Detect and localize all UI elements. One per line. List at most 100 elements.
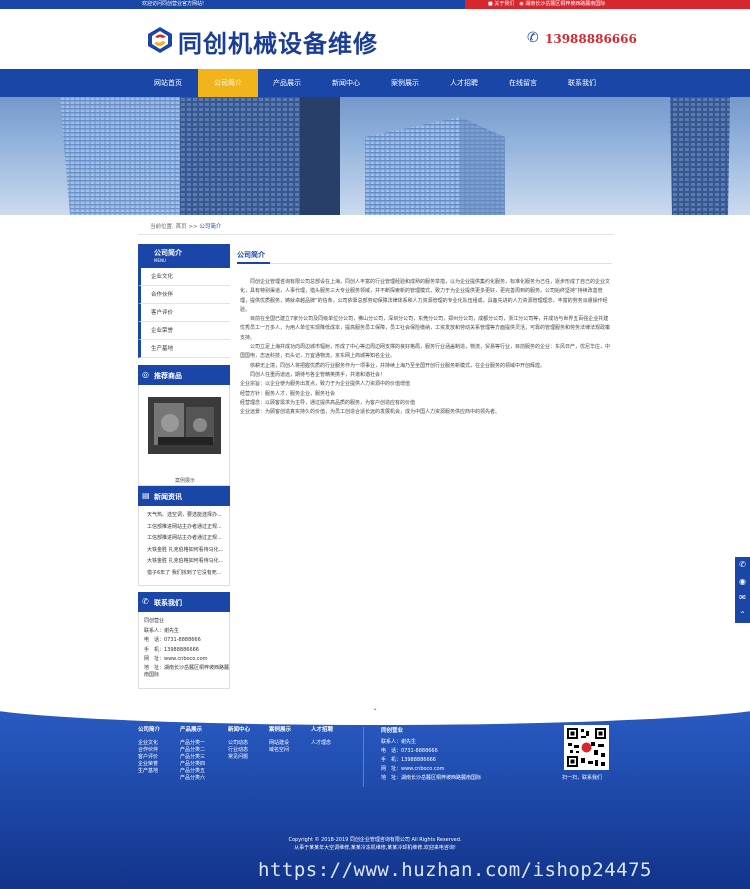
nav-contact[interactable]: 联系我们 (552, 69, 612, 97)
top-address: 湖南长沙岳麓区桐梓坡西路麓南国际 (525, 1, 606, 7)
top-bar: 欢迎访问同创营业官方网站! ■ 关于我们 ◉ 湖南长沙岳麓区桐梓坡西路麓南国际 (0, 0, 750, 9)
qr-caption: 扫一扫，联系我们 (562, 775, 603, 781)
article-paragraph: 企业远景：为顾客创造真实持久的价值，为员工创造合适长远的发展机会，成为中国人力资… (240, 409, 501, 416)
wechat-icon[interactable]: ✉ (735, 590, 750, 607)
phone-icon: ✆ (142, 597, 149, 606)
sidebar-about-title: 公司简介 (154, 249, 182, 257)
article-paragraph: 企业宗旨：以企业使为服务出发点，致力于为企业提供人力资源中的价值增值 (240, 381, 411, 388)
footer-contact: 同创营业 联系人：谢先生 电 话：0731-8888666 手 机：139888… (381, 727, 481, 783)
sidebar-recommend-header: ◎ 推荐商品 (138, 365, 230, 385)
footer-link[interactable]: 公司动态 (228, 740, 250, 747)
breadcrumb-current: 公司简介 (199, 224, 222, 230)
breadcrumb-sep: >> (188, 224, 198, 230)
float-toolbar: ✆ ◉ ✉ ⌃ (735, 557, 750, 623)
sidebar-item-reviews[interactable]: 客户评价 (138, 304, 230, 322)
footer-link[interactable]: 网站建设 (269, 740, 291, 747)
footer-link[interactable]: 产品分类五 (180, 768, 205, 775)
footer-tel: 电 话：0731-8888666 (381, 748, 438, 754)
footer-link[interactable]: 合作伙伴 (138, 747, 160, 754)
footer-link[interactable]: 产品分类四 (180, 761, 205, 768)
article-paragraph: 同创人任重而道远，期待与各企管精英携手，共谱和谐社会！ (240, 371, 386, 378)
sidebar-about-subtitle: MENU (154, 258, 166, 263)
contact-web[interactable]: 网 址：www.cnboco.com (139, 655, 229, 665)
title-underline (237, 262, 270, 264)
breadcrumb-prefix: 当前位置: (150, 224, 174, 230)
article-paragraph: 同创企业管理咨询有限公司总部设在上海，同创人丰富的行业管理经验和成熟的服务举措，… (240, 279, 611, 313)
footer-col-title[interactable]: 案例展示 (269, 727, 291, 734)
footer-col-title[interactable]: 公司简介 (138, 727, 160, 734)
article-body: 同创企业管理咨询有限公司总部设在上海，同创人丰富的行业管理经验和成熟的服务举措，… (240, 278, 612, 417)
news-list: 天气热、选空调，要选能选择办... 工信部推进网站主办者通过正规... 工信部推… (138, 506, 230, 586)
title-divider (237, 263, 612, 264)
footer-link[interactable]: 产品分类二 (180, 747, 205, 754)
footer-address: 地 址：湖南长沙岳麓区桐梓坡西路麓南国际 (381, 775, 482, 781)
footer-link[interactable]: 客户评价 (138, 754, 160, 761)
news-item[interactable]: 猎子6年了 我们找到了它没有死... (139, 568, 229, 580)
footer-col-products: 产品展示 产品分类一 产品分类二 产品分类三 产品分类四 产品分类五 产品分类六 (180, 727, 205, 782)
nav-products[interactable]: 产品展示 (257, 69, 317, 97)
sidebar-item-culture[interactable]: 企业文化 (138, 268, 230, 286)
about-link[interactable]: 关于我们 (494, 1, 514, 7)
banner-buildings-image (0, 97, 750, 215)
footer-col-jobs: 人才招聘 人才理念 (311, 727, 333, 747)
footer-link[interactable]: 生产基地 (138, 768, 160, 775)
footer-link[interactable]: 企业荣誉 (138, 761, 160, 768)
footer-mobile: 手 机：13988886666 (381, 757, 436, 763)
nav-news[interactable]: 新闻中心 (316, 69, 376, 97)
page-title: 公司简介 (237, 251, 265, 259)
news-item[interactable]: 大铁金胜 扎克伯格如何看待马化... (139, 545, 229, 557)
footer-divider (363, 727, 364, 787)
contact-tel: 电 话：0731-8888666 (144, 637, 201, 643)
top-links: ■ 关于我们 ◉ 湖南长沙岳麓区桐梓坡西路麓南国际 (488, 1, 606, 7)
footer-col-news: 新闻中心 公司动态 行业动态 常见问题 (228, 727, 250, 761)
nav-home[interactable]: 网站首页 (138, 69, 198, 97)
footer-link[interactable]: 域名空间 (269, 747, 291, 754)
sidebar-recommend-title: 推荐商品 (154, 372, 182, 380)
footer-col-title[interactable]: 新闻中心 (228, 727, 250, 734)
footer-link[interactable]: 企业文化 (138, 740, 160, 747)
news-item[interactable]: 天气热、选空调，要选能选择办... (139, 510, 229, 522)
news-item[interactable]: 大铁金胜 扎克伯格如何看待马化... (139, 556, 229, 568)
footer-link[interactable]: 行业动态 (228, 747, 250, 754)
sidebar-contact-header: ✆ 联系我们 (138, 592, 230, 612)
logo-icon[interactable] (145, 25, 175, 55)
nav-message[interactable]: 在线留言 (493, 69, 553, 97)
contact-box: 同创营业 联系人：谢先生 电 话：0731-8888666 手 机：139888… (138, 612, 230, 689)
recommend-product-image[interactable] (148, 397, 221, 454)
article-paragraph: 目前在全国已建立7家分公司及同级单位分公司，佛山分公司，深圳分公司，东莞分公司，… (240, 316, 611, 341)
site-title[interactable]: 同创机械设备维修 (178, 24, 378, 59)
footer-col-title[interactable]: 产品展示 (180, 727, 205, 734)
footer-link[interactable]: 常见问题 (228, 754, 250, 761)
phone-icon[interactable]: ✆ (735, 557, 750, 574)
hero-banner (0, 97, 750, 215)
breadcrumb-home[interactable]: 首页 (176, 224, 187, 230)
copyright: Copyright © 2018-2019 同创企业管理咨询有限公司 All R… (0, 836, 750, 852)
nav-about[interactable]: 公司简介 (198, 69, 258, 97)
footer-web[interactable]: 网 址：www.cnboco.com (381, 765, 481, 774)
footer-link[interactable]: 人才理念 (311, 740, 333, 747)
article-paragraph: 经营方针：服务人才，服务企业，服务社会 (240, 390, 336, 397)
back-to-top-icon[interactable]: ⌃ (735, 607, 750, 624)
article-paragraph: 公司立足上海并成功向周边城市辐射，形成了中心等边周边网支撑的良好格局，服务行业涵… (240, 344, 611, 360)
sidebar-news-title: 新闻资讯 (154, 493, 182, 501)
contact-mobile: 手 机：13988886666 (144, 646, 199, 653)
header-phone: 13988886666 (545, 32, 637, 46)
sidebar-item-honors[interactable]: 企业荣誉 (138, 322, 230, 340)
footer-link[interactable]: 产品分类六 (180, 775, 205, 782)
recommend-caption[interactable]: 案例展示 (139, 477, 231, 484)
main-nav: 网站首页 公司简介 产品展示 新闻中心 案例展示 人才招聘 在线留言 联系我们 (0, 69, 750, 97)
footer-col-cases: 案例展示 网站建设 域名空间 (269, 727, 291, 754)
header: 同创机械设备维修 ✆ 13988886666 (0, 9, 750, 69)
news-item[interactable]: 工信部推进网站主办者通过正规... (139, 522, 229, 534)
footer-link[interactable]: 产品分类一 (180, 740, 205, 747)
sidebar-item-base[interactable]: 生产基地 (138, 340, 230, 358)
qq-icon[interactable]: ◉ (735, 574, 750, 591)
nav-jobs[interactable]: 人才招聘 (434, 69, 494, 97)
watermark-text: https://www.huzhan.com/ishop24475 (258, 859, 652, 881)
sidebar-news-header: ▤ 新闻资讯 (138, 486, 230, 506)
sidebar-item-partners[interactable]: 合作伙伴 (138, 286, 230, 304)
footer-col-title[interactable]: 人才招聘 (311, 727, 333, 734)
nav-cases[interactable]: 案例展示 (375, 69, 435, 97)
footer-link[interactable]: 产品分类三 (180, 754, 205, 761)
news-item[interactable]: 工信部推进网站主办者通过正规... (139, 533, 229, 545)
